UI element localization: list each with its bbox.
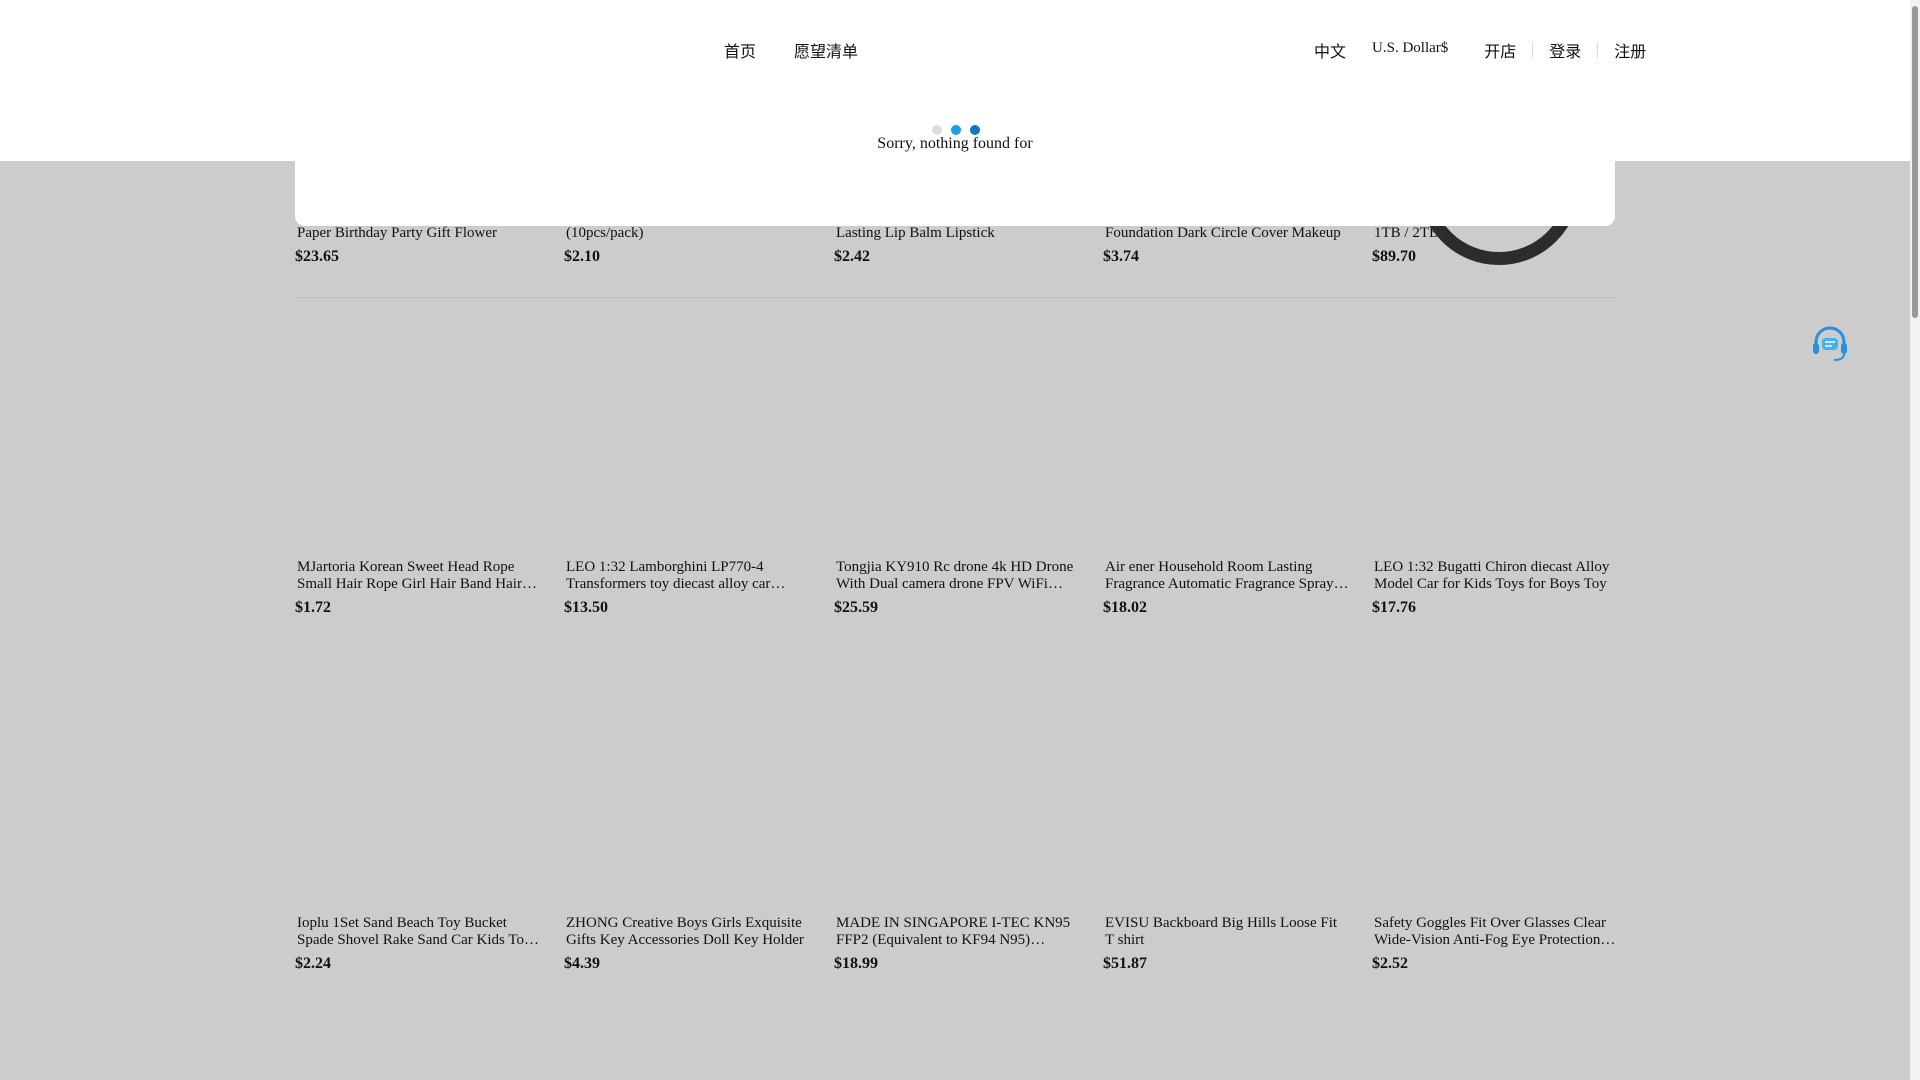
product-price: $13.50 xyxy=(564,599,608,616)
product-price: $17.76 xyxy=(1372,599,1416,616)
customer-service-headset-icon[interactable] xyxy=(1810,324,1850,364)
product-card[interactable]: Safety Goggles Fit Over Glasses Clear Wi… xyxy=(1372,915,1622,973)
product-price: $23.65 xyxy=(295,248,339,265)
product-card[interactable]: LEO 1:32 Lamborghini LP770-4 Transformer… xyxy=(564,559,814,617)
currency-selector[interactable]: U.S. Dollar$ xyxy=(1362,40,1468,57)
product-card[interactable]: ZHONG Creative Boys Girls Exquisite Gift… xyxy=(564,915,814,973)
loading-dot xyxy=(970,125,980,135)
product-price: $1.72 xyxy=(295,599,331,616)
product-price: $4.39 xyxy=(564,955,600,972)
loading-dots xyxy=(932,125,980,135)
register-link[interactable]: 注册 xyxy=(1598,38,1662,62)
nav-home-link[interactable]: 首页 xyxy=(724,38,756,62)
page-scrollbar[interactable] xyxy=(1910,0,1920,1080)
product-price: $3.74 xyxy=(1103,248,1139,265)
product-card[interactable]: Ioplu 1Set Sand Beach Toy Bucket Spade S… xyxy=(295,915,545,973)
product-price: $2.52 xyxy=(1372,955,1408,972)
product-price: $18.02 xyxy=(1103,599,1147,616)
login-link[interactable]: 登录 xyxy=(1533,38,1597,62)
language-selector[interactable]: 中文 xyxy=(1298,38,1362,62)
product-title[interactable]: MJartoria Korean Sweet Head Rope Small H… xyxy=(295,559,545,593)
product-price: $18.99 xyxy=(834,955,878,972)
open-store-link[interactable]: 开店 xyxy=(1468,38,1532,62)
product-title[interactable]: MADE IN SINGAPORE I-TEC KN95 FFP2 (Equiv… xyxy=(834,915,1084,949)
product-title[interactable]: Tongjia KY910 Rc drone 4k HD Drone With … xyxy=(834,559,1084,593)
product-title[interactable]: LEO 1:32 Lamborghini LP770-4 Transformer… xyxy=(564,559,814,593)
product-card[interactable]: MJartoria Korean Sweet Head Rope Small H… xyxy=(295,559,545,617)
scrollbar-thumb[interactable] xyxy=(1912,6,1918,318)
product-price: $2.42 xyxy=(834,248,870,265)
product-title[interactable]: ZHONG Creative Boys Girls Exquisite Gift… xyxy=(564,915,814,949)
product-title[interactable]: LEO 1:32 Bugatti Chiron diecast Alloy Mo… xyxy=(1372,559,1622,593)
product-card[interactable]: LEO 1:32 Bugatti Chiron diecast Alloy Mo… xyxy=(1372,559,1622,617)
product-price: $25.59 xyxy=(834,599,878,616)
product-card[interactable]: EVISU Backboard Big Hills Loose Fit T sh… xyxy=(1103,915,1353,973)
product-title[interactable]: Air ener Household Room Lasting Fragranc… xyxy=(1103,559,1353,593)
product-card[interactable]: MADE IN SINGAPORE I-TEC KN95 FFP2 (Equiv… xyxy=(834,915,1084,973)
product-card[interactable]: Air ener Household Room Lasting Fragranc… xyxy=(1103,559,1353,617)
nav-wishlist-link[interactable]: 愿望清单 xyxy=(794,38,858,62)
loading-dot xyxy=(932,125,942,135)
row-divider xyxy=(295,297,1615,298)
product-card[interactable]: Tongjia KY910 Rc drone 4k HD Drone With … xyxy=(834,559,1084,617)
search-results-panel xyxy=(295,161,1615,226)
product-title[interactable]: Safety Goggles Fit Over Glasses Clear Wi… xyxy=(1372,915,1622,949)
loading-dot xyxy=(951,125,961,135)
product-price: $2.10 xyxy=(564,248,600,265)
main-nav: 首页 愿望清单 xyxy=(724,38,858,62)
product-price: $2.24 xyxy=(295,955,331,972)
account-nav: 中文 U.S. Dollar$ 开店 登录 注册 xyxy=(1298,38,1662,62)
product-title[interactable]: Ioplu 1Set Sand Beach Toy Bucket Spade S… xyxy=(295,915,545,949)
product-title[interactable]: EVISU Backboard Big Hills Loose Fit T sh… xyxy=(1103,915,1353,949)
product-price: $51.87 xyxy=(1103,955,1147,972)
no-results-message: Sorry, nothing found for xyxy=(877,135,1033,152)
